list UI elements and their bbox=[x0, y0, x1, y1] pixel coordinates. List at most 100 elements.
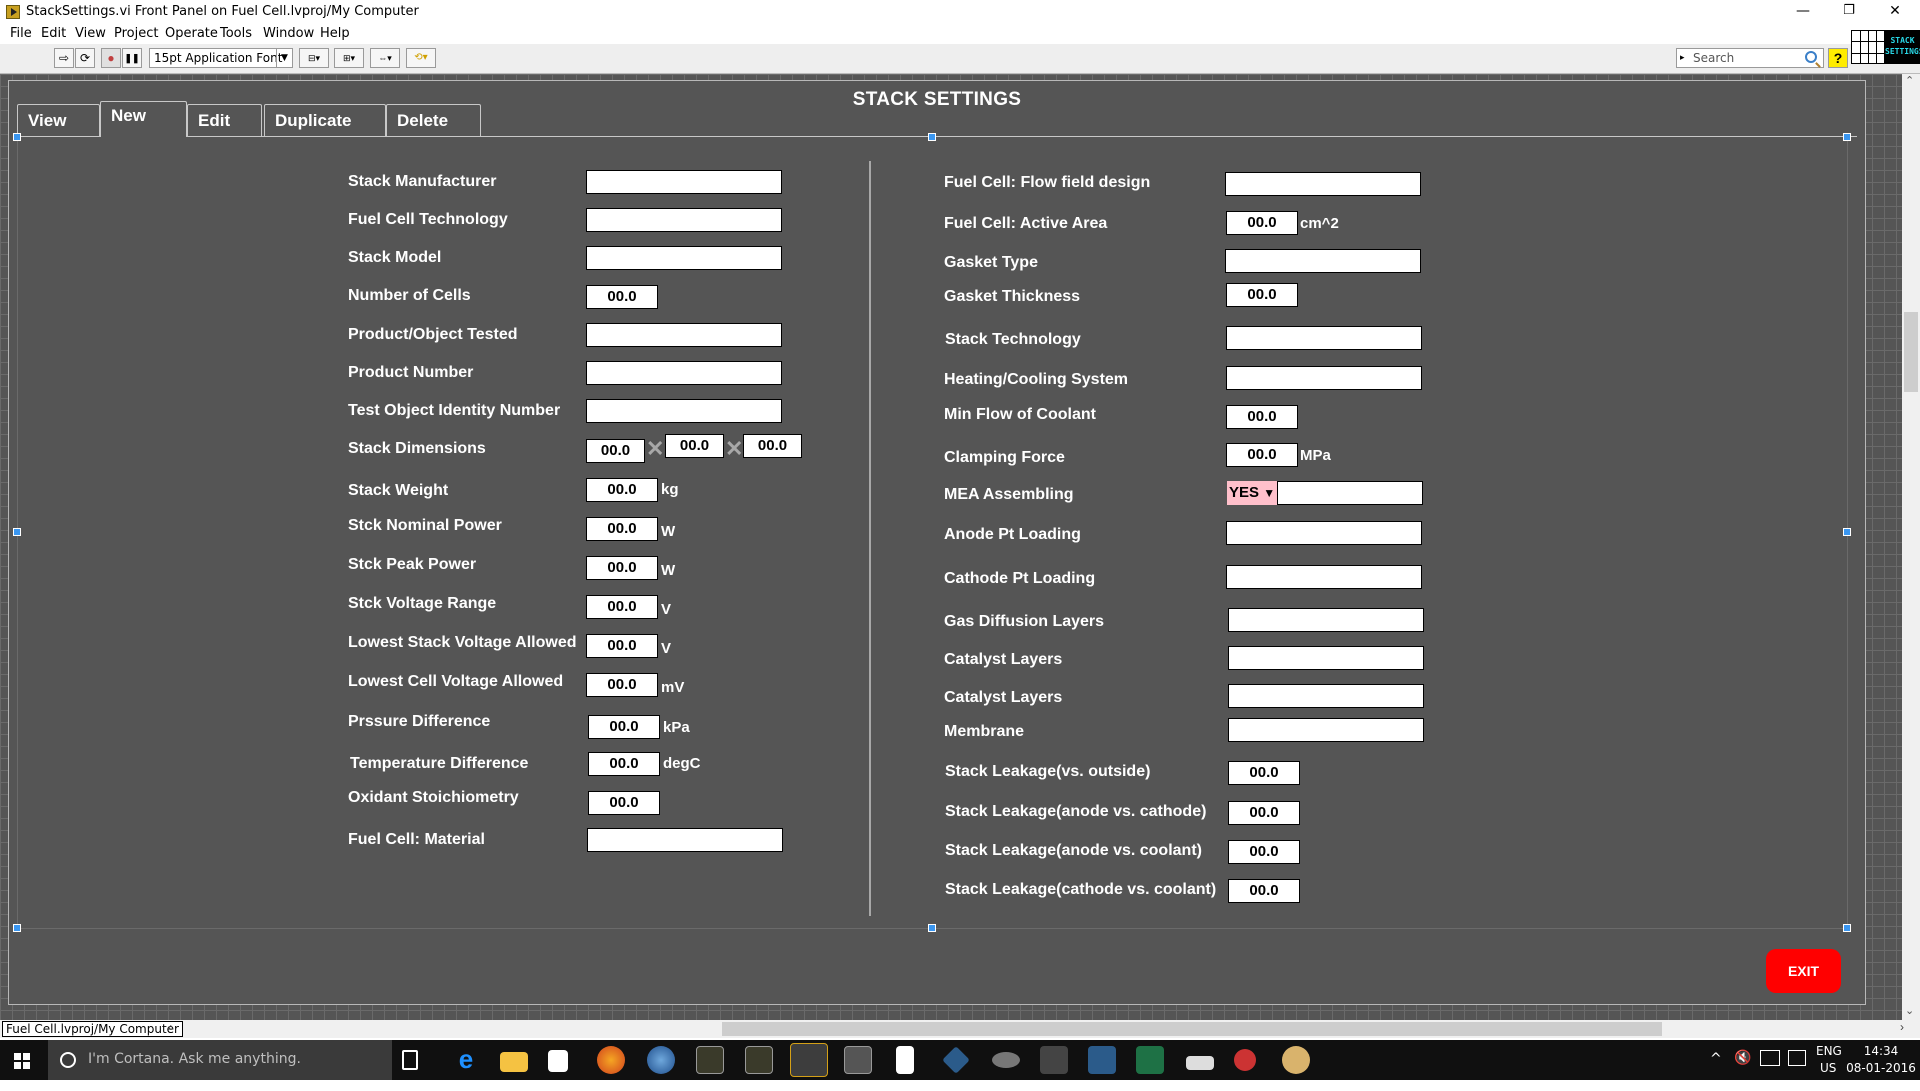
vertical-scroll-thumb[interactable] bbox=[1904, 312, 1918, 392]
stack-technology-input[interactable] bbox=[1226, 326, 1422, 350]
vertical-scrollbar[interactable]: ⌃ ⌄ bbox=[1902, 74, 1920, 1024]
resize-handle[interactable] bbox=[13, 133, 21, 141]
clock[interactable]: 14:34 08-01-2016 bbox=[1846, 1044, 1916, 1084]
menu-window[interactable]: Window bbox=[263, 26, 314, 41]
min-flow-coolant-input[interactable]: 00.0 bbox=[1226, 405, 1298, 429]
resize-handle[interactable] bbox=[928, 924, 936, 932]
terminal-icon[interactable] bbox=[844, 1046, 872, 1074]
distribute-objects-icon[interactable]: ⊞▾ bbox=[334, 48, 364, 68]
resize-handle[interactable] bbox=[928, 133, 936, 141]
excel-icon[interactable] bbox=[1136, 1046, 1164, 1074]
labview-vi-icon[interactable] bbox=[745, 1046, 773, 1074]
stack-voltage-range-input[interactable]: 00.0 bbox=[586, 595, 658, 619]
resize-handle[interactable] bbox=[1843, 528, 1851, 536]
calculator-icon[interactable] bbox=[896, 1046, 914, 1074]
resize-objects-icon[interactable]: ⇔▾ bbox=[370, 48, 400, 68]
gasket-type-input[interactable] bbox=[1225, 249, 1421, 273]
scroll-right-icon[interactable]: › bbox=[1900, 1020, 1904, 1034]
stack-weight-input[interactable]: 00.0 bbox=[586, 478, 658, 502]
flow-field-design-input[interactable] bbox=[1225, 172, 1421, 196]
menu-help[interactable]: Help bbox=[320, 26, 350, 41]
volume-muted-icon[interactable]: 🔇 bbox=[1734, 1050, 1751, 1090]
lowest-cell-voltage-input[interactable]: 00.0 bbox=[586, 673, 658, 697]
tab-view[interactable]: View bbox=[17, 104, 100, 136]
heating-cooling-system-input[interactable] bbox=[1226, 366, 1422, 390]
fuel-cell-technology-input[interactable] bbox=[586, 208, 782, 232]
active-area-input[interactable]: 00.0 bbox=[1226, 211, 1298, 235]
close-button[interactable]: ✕ bbox=[1872, 0, 1918, 24]
scroll-up-icon[interactable]: ⌃ bbox=[1905, 74, 1914, 87]
anode-pt-loading-input[interactable] bbox=[1226, 521, 1422, 545]
horizontal-scrollbar[interactable]: Fuel Cell.lvproj/My Computer ‹ › bbox=[0, 1020, 1920, 1038]
stack-manufacturer-input[interactable] bbox=[586, 170, 782, 194]
gas-diffusion-layers-input[interactable] bbox=[1228, 608, 1424, 632]
mea-assembling-select[interactable]: YES ▼ bbox=[1227, 481, 1277, 505]
oxidant-stoichiometry-input[interactable]: 00.0 bbox=[588, 791, 660, 815]
paint-icon[interactable] bbox=[1282, 1046, 1310, 1074]
snipping-tool-icon[interactable] bbox=[1234, 1049, 1256, 1071]
run-arrow-icon[interactable]: ⇨ bbox=[54, 48, 74, 68]
resize-handle[interactable] bbox=[1843, 924, 1851, 932]
membrane-input[interactable] bbox=[1228, 718, 1424, 742]
fuel-cell-material-input[interactable] bbox=[587, 828, 783, 852]
leakage-anode-coolant-input[interactable]: 00.0 bbox=[1228, 840, 1300, 864]
resize-handle[interactable] bbox=[13, 924, 21, 932]
temperature-difference-input[interactable]: 00.0 bbox=[588, 752, 660, 776]
catalyst-layers-1-input[interactable] bbox=[1228, 646, 1424, 670]
resize-handle[interactable] bbox=[1843, 133, 1851, 141]
menu-project[interactable]: Project bbox=[114, 26, 158, 41]
edge-icon[interactable]: e bbox=[452, 1046, 480, 1074]
stack-dimension-height-input[interactable]: 00.0 bbox=[743, 434, 802, 458]
search-input[interactable]: ▸ Search bbox=[1676, 48, 1824, 68]
exit-button[interactable]: EXIT bbox=[1766, 949, 1841, 993]
task-view-icon[interactable] bbox=[402, 1050, 418, 1070]
mea-assembling-input[interactable] bbox=[1277, 481, 1423, 505]
pressure-difference-input[interactable]: 00.0 bbox=[588, 715, 660, 739]
stack-nominal-power-input[interactable]: 00.0 bbox=[586, 517, 658, 541]
action-center-icon[interactable] bbox=[1788, 1050, 1806, 1066]
tab-duplicate[interactable]: Duplicate bbox=[264, 104, 386, 136]
scroll-down-icon[interactable]: ⌄ bbox=[1905, 1004, 1914, 1017]
labview-vi-icon[interactable] bbox=[696, 1046, 724, 1074]
gimp-icon[interactable] bbox=[992, 1052, 1020, 1068]
start-button[interactable] bbox=[0, 1040, 48, 1080]
show-hidden-icons[interactable]: ^ bbox=[1710, 1051, 1722, 1091]
cortana-search[interactable]: I'm Cortana. Ask me anything. bbox=[48, 1040, 392, 1080]
leakage-anode-cathode-input[interactable]: 00.0 bbox=[1228, 801, 1300, 825]
tab-edit[interactable]: Edit bbox=[187, 104, 262, 136]
stack-dimension-width-input[interactable]: 00.0 bbox=[665, 434, 724, 458]
reorder-icon[interactable]: ⟲▾ bbox=[406, 48, 436, 68]
resize-handle[interactable] bbox=[13, 528, 21, 536]
cathode-pt-loading-input[interactable] bbox=[1226, 565, 1422, 589]
mysql-workbench-icon[interactable] bbox=[1088, 1046, 1116, 1074]
number-of-cells-input[interactable]: 00.0 bbox=[586, 285, 658, 309]
stack-dimension-length-input[interactable]: 00.0 bbox=[586, 439, 645, 463]
thunderbird-icon[interactable] bbox=[647, 1046, 675, 1074]
network-icon[interactable] bbox=[1760, 1050, 1780, 1066]
tab-delete[interactable]: Delete bbox=[386, 104, 481, 136]
vi-icon[interactable] bbox=[1851, 30, 1885, 64]
scroll-left-icon[interactable]: ‹ bbox=[168, 1020, 172, 1034]
language-indicator[interactable]: ENG US bbox=[1816, 1044, 1842, 1084]
virtualbox-icon[interactable] bbox=[942, 1046, 970, 1074]
menu-file[interactable]: File bbox=[10, 26, 32, 41]
context-help-button[interactable]: ? bbox=[1828, 48, 1848, 68]
horizontal-scroll-thumb[interactable] bbox=[722, 1022, 1662, 1036]
menu-edit[interactable]: Edit bbox=[41, 26, 66, 41]
file-explorer-icon[interactable] bbox=[500, 1052, 528, 1072]
labview-2014-icon[interactable] bbox=[790, 1043, 828, 1077]
font-select[interactable]: 15pt Application Font ▼ bbox=[149, 48, 293, 68]
tools-icon[interactable] bbox=[1040, 1046, 1068, 1074]
align-objects-icon[interactable]: ⊟▾ bbox=[299, 48, 329, 68]
store-icon[interactable] bbox=[548, 1050, 568, 1072]
network-drive-icon[interactable] bbox=[1186, 1056, 1214, 1070]
leakage-outside-input[interactable]: 00.0 bbox=[1228, 761, 1300, 785]
test-object-identity-number-input[interactable] bbox=[586, 399, 782, 423]
restore-button[interactable]: ❐ bbox=[1826, 0, 1872, 24]
abort-icon[interactable]: ● bbox=[101, 48, 121, 68]
menu-operate[interactable]: Operate bbox=[165, 26, 218, 41]
minimize-button[interactable]: — bbox=[1780, 0, 1826, 24]
pause-icon[interactable]: ❚❚ bbox=[122, 48, 142, 68]
tab-new[interactable]: New bbox=[100, 101, 187, 137]
clamping-force-input[interactable]: 00.0 bbox=[1226, 443, 1298, 467]
